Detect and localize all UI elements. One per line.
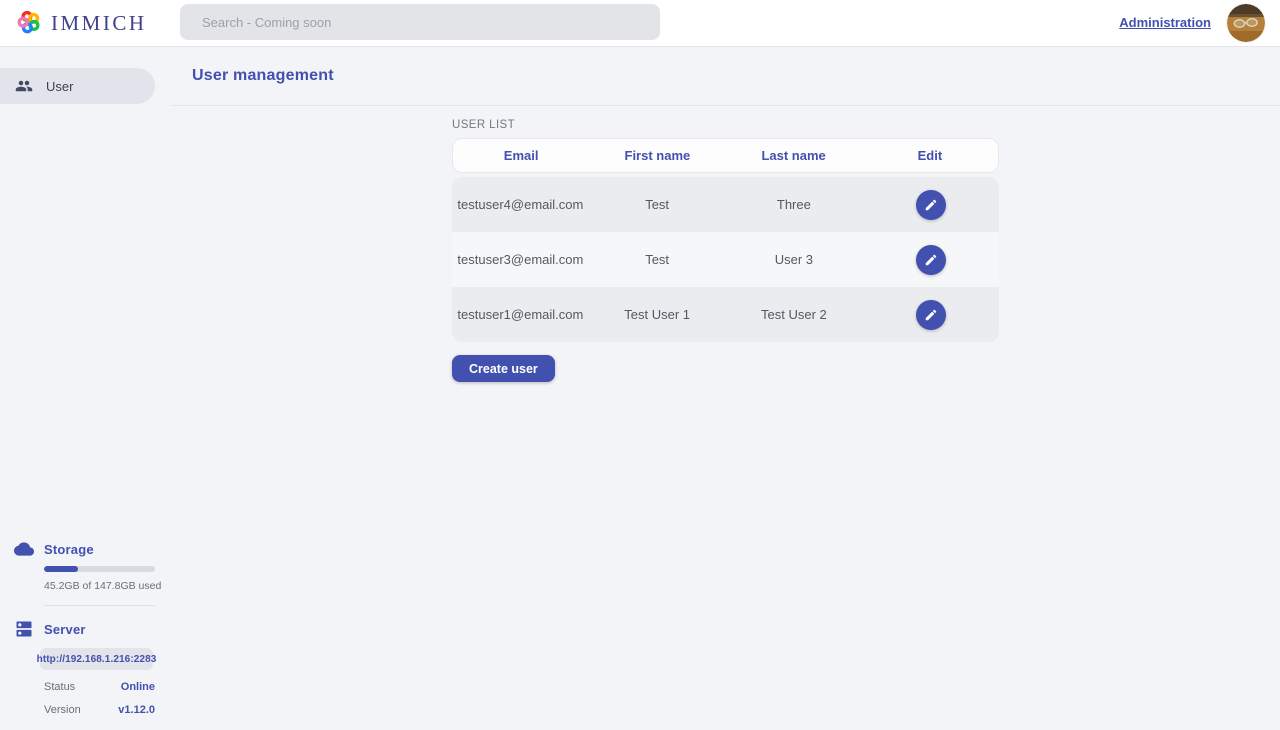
user-email: testuser1@email.com: [452, 307, 589, 322]
user-email: testuser3@email.com: [452, 252, 589, 267]
user-list-section: USER LIST EmailFirst nameLast nameEdit t…: [452, 119, 999, 382]
column-header: Last name: [726, 148, 862, 163]
edit-user-button[interactable]: [916, 190, 946, 220]
server-icon: [14, 619, 34, 639]
table-row: testuser3@email.comTestUser 3: [452, 232, 999, 287]
page-title: User management: [192, 67, 334, 85]
storage-section: Storage: [0, 539, 171, 559]
sidebar-footer: Storage 45.2GB of 147.8GB used Server ht…: [0, 539, 171, 716]
administration-link[interactable]: Administration: [1119, 15, 1211, 30]
users-icon: [15, 77, 33, 95]
storage-title: Storage: [44, 542, 94, 557]
user-last-name: Test User 2: [726, 307, 863, 322]
server-title: Server: [44, 622, 86, 637]
page-title-bar: User management: [171, 47, 1280, 106]
cloud-icon: [14, 539, 34, 559]
column-header: First name: [589, 148, 725, 163]
table-row: testuser1@email.comTest User 1Test User …: [452, 287, 999, 342]
user-first-name: Test User 1: [589, 307, 726, 322]
app-title: IMMICH: [51, 11, 147, 34]
pencil-icon: [924, 308, 938, 322]
storage-progress-fill: [44, 566, 78, 572]
edit-cell: [862, 245, 999, 275]
pencil-icon: [924, 253, 938, 267]
edit-user-button[interactable]: [916, 245, 946, 275]
server-url-badge: http://192.168.1.216:2283: [40, 648, 153, 670]
search-input[interactable]: [180, 4, 660, 40]
user-list-label: USER LIST: [452, 119, 999, 131]
user-last-name: User 3: [726, 252, 863, 267]
user-last-name: Three: [726, 197, 863, 212]
sidebar: User Storage 45.2GB of 147.8GB used Serv…: [0, 47, 171, 730]
version-value: v1.12.0: [118, 704, 155, 716]
sidebar-item-user[interactable]: User: [0, 68, 155, 104]
edit-user-button[interactable]: [916, 300, 946, 330]
avatar[interactable]: [1227, 4, 1265, 42]
column-header: Email: [453, 148, 589, 163]
sidebar-divider: [44, 605, 155, 606]
immich-logo-icon: [16, 9, 42, 35]
create-user-button[interactable]: Create user: [452, 355, 555, 382]
edit-cell: [862, 300, 999, 330]
table-header: EmailFirst nameLast nameEdit: [452, 138, 999, 173]
table-row: testuser4@email.comTestThree: [452, 177, 999, 232]
main-content: User management USER LIST EmailFirst nam…: [171, 47, 1280, 730]
status-label: Status: [44, 681, 75, 693]
user-table: testuser4@email.comTestThreetestuser3@em…: [452, 177, 999, 342]
storage-progress-bar: [44, 566, 155, 572]
sidebar-item-label: User: [46, 79, 73, 94]
avatar-photo: [1227, 4, 1265, 42]
server-version-row: Version v1.12.0: [44, 704, 155, 716]
status-value: Online: [121, 681, 155, 693]
brand[interactable]: IMMICH: [16, 9, 147, 35]
user-first-name: Test: [589, 197, 726, 212]
app-header: IMMICH Administration: [0, 0, 1280, 47]
edit-cell: [862, 190, 999, 220]
immich-admin-app: IMMICH Administration: [0, 0, 1280, 730]
server-section: Server: [0, 619, 171, 639]
column-header: Edit: [862, 148, 998, 163]
server-status-row: Status Online: [44, 681, 155, 693]
version-label: Version: [44, 704, 81, 716]
user-first-name: Test: [589, 252, 726, 267]
user-email: testuser4@email.com: [452, 197, 589, 212]
storage-usage-text: 45.2GB of 147.8GB used: [44, 580, 171, 592]
pencil-icon: [924, 198, 938, 212]
